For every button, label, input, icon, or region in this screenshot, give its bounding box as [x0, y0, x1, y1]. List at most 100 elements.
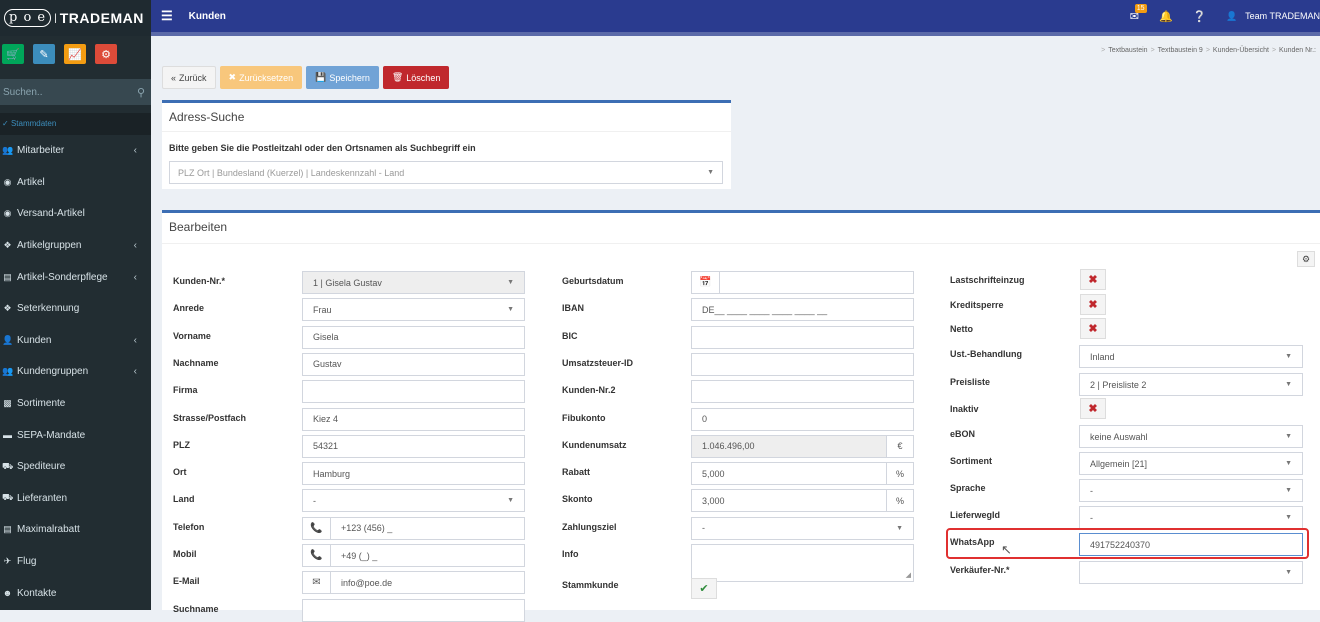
field-label: Mobil: [173, 549, 197, 559]
search-icon[interactable]: ⚲: [137, 86, 145, 99]
field-kunden-nr-2[interactable]: [691, 380, 914, 404]
field-geburtsdatum[interactable]: 📅: [691, 271, 914, 294]
sidebar-search-input[interactable]: [3, 86, 113, 98]
resize-handle[interactable]: ◢: [906, 571, 911, 579]
chart-icon-button[interactable]: 📈: [64, 44, 86, 64]
sidebar-item-7[interactable]: 👥 Kundengruppen ‹: [0, 356, 151, 388]
save-button[interactable]: 💾 Speichern: [306, 66, 379, 89]
sidebar-item-14[interactable]: ☻ Kontakte: [0, 577, 151, 609]
menu-toggle-icon[interactable]: ☰: [161, 8, 173, 24]
caret-down-icon: ▼: [1285, 487, 1292, 494]
field-label: Rabatt: [562, 467, 591, 478]
field-vorname[interactable]: Gisela: [302, 325, 525, 349]
field-fibukonto[interactable]: 0: [691, 407, 914, 431]
field-umsatzsteuer-id[interactable]: [691, 352, 914, 376]
sidebar-item-3[interactable]: ❖ Artikelgruppen ‹: [0, 230, 151, 262]
edit-panel-title: Bearbeiten: [162, 213, 1320, 244]
cart-icon-button[interactable]: 🛒: [2, 44, 24, 64]
field-lastschrifteinzug-toggle[interactable]: ✖: [1080, 269, 1106, 290]
address-search-select[interactable]: PLZ Ort | Bundesland (Kuerzel) | Landesk…: [169, 161, 723, 184]
delete-button[interactable]: 🗑 Löschen: [382, 66, 450, 89]
sidebar-item-label: Spediteure: [17, 461, 66, 473]
breadcrumb-item[interactable]: Textbaustein: [1108, 47, 1147, 54]
sidebar-item-label: Sortimente: [17, 398, 66, 410]
field-sortiment[interactable]: Allgemein [21] ▼: [1079, 452, 1303, 475]
sidebar-item-8[interactable]: ▩ Sortimente: [0, 388, 151, 420]
field-land[interactable]: - ▼: [302, 489, 525, 513]
field-plz[interactable]: 54321: [302, 434, 525, 458]
sidebar-item-10[interactable]: ⛟ Spediteure: [0, 451, 151, 483]
sidebar-item-label: Kunden: [17, 334, 52, 346]
sidebar-item-label: Mitarbeiter: [17, 145, 65, 157]
field-label: Kunden-Nr.2: [562, 385, 616, 396]
field-e-mail[interactable]: ✉ info@poe.de: [302, 571, 525, 595]
caret-down-icon: ▼: [896, 524, 903, 532]
sidebar-item-6[interactable]: 👤 Kunden ‹: [0, 325, 151, 357]
sidebar-item-11[interactable]: ⛟ Lieferanten: [0, 483, 151, 515]
field-nachname[interactable]: Gustav: [302, 352, 525, 376]
field-label: Ust.-Behandlung: [950, 349, 1022, 359]
trash-icon: 🗑: [391, 72, 404, 82]
action-toolbar: « Zurück ✖ Zurücksetzen 💾 Speichern 🗑 Lösch…: [162, 66, 450, 89]
field-bic[interactable]: [691, 325, 914, 349]
field-preisliste[interactable]: 2 | Preisliste 2 ▼: [1079, 373, 1303, 396]
field-inaktiv-toggle[interactable]: ✖: [1080, 398, 1106, 419]
field-label: Sortiment: [950, 456, 993, 466]
field-telefon[interactable]: 📞 +123 (456) _: [302, 516, 525, 540]
field-ust-behandlung[interactable]: Inland ▼: [1079, 345, 1303, 368]
sidebar-item-1[interactable]: ◉ Artikel: [0, 167, 151, 199]
field-zahlungsziel[interactable]: - ▼: [691, 516, 914, 540]
field-stammkunde-check[interactable]: ✔: [691, 578, 717, 600]
field-strasse-postfach[interactable]: Kiez 4: [302, 407, 525, 431]
field-ebon[interactable]: keine Auswahl ▼: [1079, 425, 1303, 448]
sidebar-item-12[interactable]: ▤ Maximalrabatt: [0, 514, 151, 546]
gears-icon-button[interactable]: ⚙: [95, 44, 117, 64]
sidebar-item-13[interactable]: ✈ Flug: [0, 546, 151, 578]
sidebar-item-2[interactable]: ◉ Versand-Artikel: [0, 198, 151, 230]
caret-down-icon: ▼: [1285, 514, 1292, 521]
breadcrumb-item[interactable]: Kunden Nr.:: [1279, 47, 1316, 54]
field-iban[interactable]: DE__ ____ ____ ____ ____ __: [691, 298, 914, 322]
sidebar-item-4[interactable]: ▤ Artikel-Sonderpflege ‹: [0, 261, 151, 293]
sidebar-item-9[interactable]: ▬ SEPA-Mandate: [0, 419, 151, 451]
sidebar-item-label: Versand-Artikel: [17, 208, 85, 220]
field-kunden-nr[interactable]: 1 | Gisela Gustav ▼: [302, 271, 525, 294]
cube-icon: ◉: [3, 208, 12, 219]
field-kundenumsatz[interactable]: 1.046.496,00 €: [691, 434, 914, 458]
field-verk-ufer-nr[interactable]: ▼: [1079, 561, 1303, 584]
app-logo[interactable]: p o e | TRADEMAN: [0, 0, 151, 36]
breadcrumb-item[interactable]: Kunden-Übersicht: [1213, 47, 1269, 54]
field-label: Geburtsdatum: [562, 276, 624, 286]
field-kreditsperre-toggle[interactable]: ✖: [1080, 294, 1106, 315]
back-button[interactable]: « Zurück: [162, 66, 216, 89]
field-ort[interactable]: Hamburg: [302, 462, 525, 486]
field-sprache[interactable]: - ▼: [1079, 479, 1303, 502]
field-mobil[interactable]: 📞 +49 (_) _: [302, 544, 525, 567]
field-label: IBAN: [562, 303, 584, 314]
field-suchname[interactable]: [302, 598, 525, 622]
breadcrumb-item[interactable]: Textbaustein 9: [1158, 47, 1203, 54]
field-netto-toggle[interactable]: ✖: [1080, 318, 1106, 339]
field-label: Preisliste: [950, 377, 991, 387]
sidebar-item-label: Kundengruppen: [17, 366, 89, 378]
list-icon: ▤: [3, 271, 12, 282]
help-icon[interactable]: ❔: [1193, 10, 1207, 23]
caret-down-icon: ▼: [1285, 381, 1292, 388]
field-skonto[interactable]: 3,000%: [691, 489, 914, 513]
field-lieferwegid[interactable]: - ▼: [1079, 506, 1303, 529]
field-info[interactable]: ◢: [691, 544, 914, 582]
user-menu[interactable]: 👤 Team TRADEMAN: [1226, 11, 1320, 22]
field-label: Info: [562, 549, 579, 559]
mouse-cursor-icon: ↖: [1001, 542, 1012, 557]
field-firma[interactable]: [302, 380, 525, 404]
sidebar-item-5[interactable]: ❖ Seterkennung: [0, 293, 151, 325]
reset-button[interactable]: ✖ Zurücksetzen: [219, 66, 303, 89]
field-anrede[interactable]: Frau ▼: [302, 298, 525, 322]
mail-icon[interactable]: ✉ 15: [1130, 3, 1147, 23]
sidebar-item-0[interactable]: 👥 Mitarbeiter ‹: [0, 135, 151, 167]
pencil-icon-button[interactable]: ✎: [33, 44, 55, 64]
config-icon[interactable]: ⚙: [1297, 251, 1315, 267]
sidebar-section-header[interactable]: ✓ Stammdaten: [0, 113, 151, 135]
field-rabatt[interactable]: 5,000%: [691, 462, 914, 486]
bell-icon[interactable]: 🔔: [1159, 10, 1173, 23]
